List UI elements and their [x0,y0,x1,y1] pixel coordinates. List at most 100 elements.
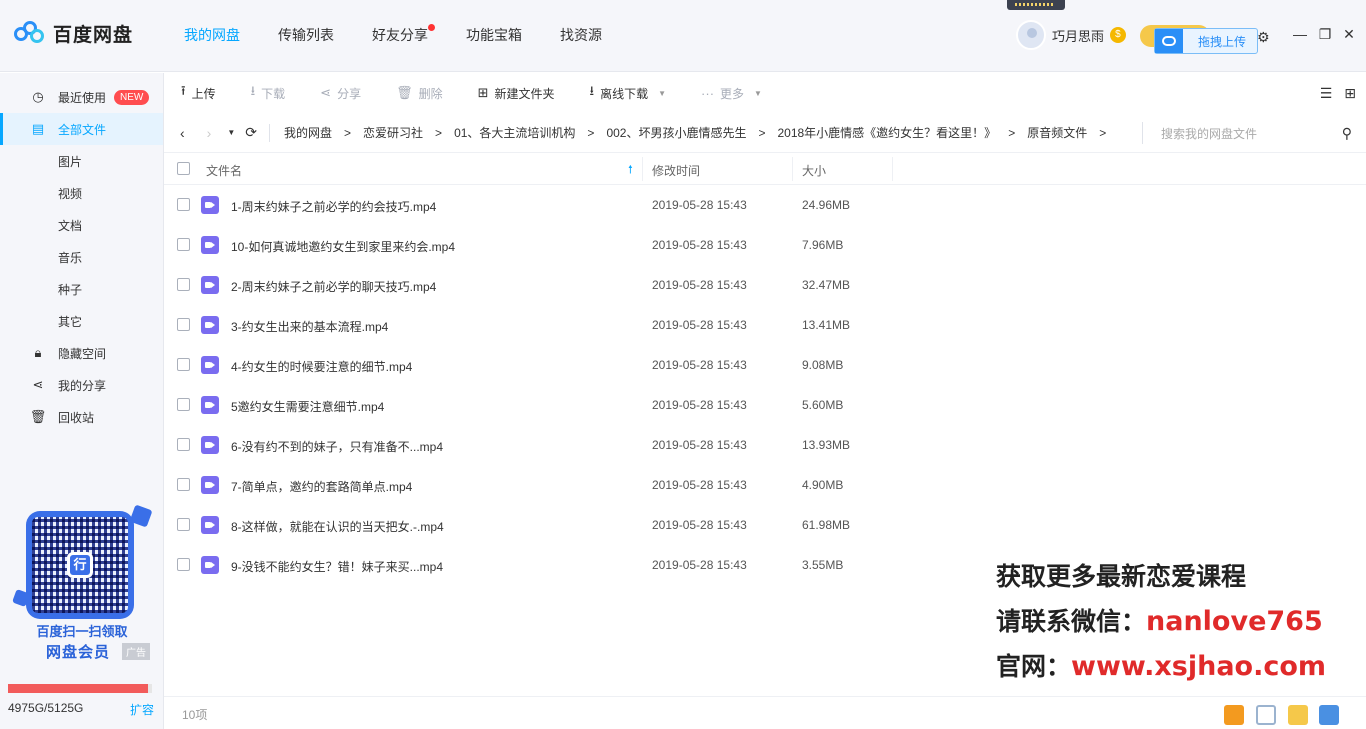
promo-text-line1[interactable]: 百度扫一扫领取 [0,621,164,640]
table-row[interactable]: 10-如何真诚地邀约女生到家里来约会.mp4 2019-05-28 15:43 7.… [164,225,1366,265]
breadcrumb-item[interactable]: 2018年小鹿情感《邀约女生？看这里！》 [777,124,996,141]
sidebar-item-others[interactable]: 其它 [0,305,163,337]
new-folder-button[interactable]: ⊞ 新建文件夹 [461,73,573,113]
table-row[interactable]: 4-约女生的时候要注意的细节.mp4 2019-05-28 15:43 9.08MB [164,345,1366,385]
row-checkbox[interactable] [177,518,190,531]
lock-icon[interactable] [1319,705,1339,725]
sort-icon[interactable]: ☰ [1320,85,1333,102]
watermark-wechat-id: nanlove765 [1146,606,1323,637]
sidebar-item-images[interactable]: 图片 [0,145,163,177]
file-name[interactable]: 6-没有约不到的妹子，只有准备不...mp4 [231,438,443,455]
download-icon: ⭳ [250,83,256,98]
file-name[interactable]: 10-如何真诚地邀约女生到家里来约会.mp4 [231,238,455,255]
watermark-site-url: www.xsjhao.com [1071,651,1327,682]
nav-toolbox[interactable]: 功能宝箱 [447,0,541,72]
row-checkbox[interactable] [177,478,190,491]
promo-text-line2[interactable]: 网盘会员 [46,641,110,662]
select-all-checkbox[interactable] [177,162,190,175]
table-row[interactable]: 3-约女生出来的基本流程.mp4 2019-05-28 15:43 13.41MB [164,305,1366,345]
download-button[interactable]: ⭳ 下载 [234,73,304,113]
table-row[interactable]: 5邀约女生需要注意细节.mp4 2019-05-28 15:43 5.60MB [164,385,1366,425]
nav-friend-share[interactable]: 好友分享 [353,0,447,72]
table-row[interactable]: 8-这样做，就能在认识的当天把女.-.mp4 2019-05-28 15:43 61… [164,505,1366,545]
row-checkbox[interactable] [177,278,190,291]
column-header-size[interactable]: 大小 [802,162,826,179]
promo-qr-code[interactable]: 行 [12,504,154,627]
avatar[interactable] [1016,20,1046,50]
breadcrumb-item[interactable]: 002、坏男孩小鹿情感先生 [606,124,746,141]
chevron-down-icon[interactable]: ▼ [658,89,666,98]
username[interactable]: 巧月思雨 [1052,26,1104,45]
file-name[interactable]: 2-周末约妹子之前必学的聊天技巧.mp4 [231,278,436,295]
nav-find-resources[interactable]: 找资源 [541,0,621,72]
upload-status-icon[interactable] [1288,705,1308,725]
coin-icon[interactable]: $ [1106,23,1130,47]
file-name[interactable]: 1-周末约妹子之前必学的约会技巧.mp4 [231,198,436,215]
share-button[interactable]: ⋖ 分享 [303,73,379,113]
table-row[interactable]: 7-简单点，邀约的套路简单点.mp4 2019-05-28 15:43 4.90MB [164,465,1366,505]
nav-my-netdisk[interactable]: 我的网盘 [165,0,259,72]
sidebar-item-music[interactable]: 音乐 [0,241,163,273]
file-name[interactable]: 8-这样做，就能在认识的当天把女.-.mp4 [231,518,444,535]
drag-upload-box[interactable]: 拖拽上传 [1154,28,1258,54]
nav-transfer-list[interactable]: 传输列表 [259,0,353,72]
file-name[interactable]: 4-约女生的时候要注意的细节.mp4 [231,358,412,375]
sidebar-item-label: 最近使用 [58,90,107,105]
expand-storage-link[interactable]: 扩容 [130,701,154,718]
file-name[interactable]: 9-没钱不能约女生？错！妹子来买...mp4 [231,558,443,575]
row-checkbox[interactable] [177,558,190,571]
breadcrumb-item[interactable]: 我的网盘 [284,124,332,141]
breadcrumb-item[interactable]: 恋爱研习社 [363,124,423,141]
new-badge: NEW [114,89,150,105]
restore-icon[interactable]: ❐ [1316,26,1334,43]
table-row[interactable]: 1-周末约妹子之前必学的约会技巧.mp4 2019-05-28 15:43 24.9… [164,185,1366,225]
grid-view-icon[interactable]: ⊞ [1344,85,1356,102]
upload-button[interactable]: ⭱ 上传 [164,73,234,113]
breadcrumb-item[interactable]: 原音频文件 [1027,124,1087,141]
refresh-icon[interactable]: ⟳ [245,124,257,141]
minimize-icon[interactable]: — [1291,26,1309,42]
close-icon[interactable]: ✕ [1340,26,1358,43]
sort-ascending-icon[interactable]: 🠕 [628,161,633,180]
delete-button[interactable]: 🗑︎ 删除 [379,73,461,113]
row-checkbox[interactable] [177,198,190,211]
user-info[interactable]: 巧月思雨 $ [1016,20,1130,50]
search-input[interactable]: 搜索我的网盘文件 [1161,125,1342,142]
breadcrumb: 我的网盘 > 恋爱研习社 > 01、各大主流培训机构 > 002、坏男孩小鹿情感先生 >… [284,124,1118,141]
search-box[interactable]: 搜索我的网盘文件 ⚲ [1142,122,1356,144]
table-row[interactable]: 2-周末约妹子之前必学的聊天技巧.mp4 2019-05-28 15:43 32.4… [164,265,1366,305]
sidebar-item-all-files[interactable]: ▤ 全部文件 [0,113,163,145]
floating-window-tab[interactable] [1007,0,1065,10]
back-icon[interactable]: ‹ [180,125,185,141]
row-checkbox[interactable] [177,318,190,331]
sidebar-item-videos[interactable]: 视频 [0,177,163,209]
chevron-down-icon[interactable]: ▼ [754,89,762,98]
sidebar-item-torrents[interactable]: 种子 [0,273,163,305]
history-dropdown-icon[interactable]: ▼ [227,128,235,137]
sidebar-item-recent[interactable]: ◷ 最近使用 NEW [0,81,163,113]
file-name[interactable]: 7-简单点，邀约的套路简单点.mp4 [231,478,412,495]
more-button[interactable]: ··· 更多 ▼ [684,73,780,113]
sidebar-item-recycle-bin[interactable]: 🗑︎ 回收站 [0,401,163,433]
row-checkbox[interactable] [177,398,190,411]
forward-icon[interactable]: › [207,125,212,141]
breadcrumb-item[interactable]: 01、各大主流培训机构 [454,124,575,141]
row-checkbox[interactable] [177,358,190,371]
search-icon[interactable]: ⚲ [1342,125,1352,142]
row-checkbox[interactable] [177,238,190,251]
row-checkbox[interactable] [177,438,190,451]
column-header-name[interactable]: 文件名 [206,162,242,179]
column-header-modified[interactable]: 修改时间 [652,162,700,179]
table-row[interactable]: 6-没有约不到的妹子，只有准备不...mp4 2019-05-28 15:43 13… [164,425,1366,465]
sidebar-item-documents[interactable]: 文档 [0,209,163,241]
apps-icon[interactable] [1256,705,1276,725]
top-nav: 我的网盘 传输列表 好友分享 功能宝箱 找资源 [165,0,621,72]
sidebar-item-my-share[interactable]: ⋖ 我的分享 [0,369,163,401]
offline-download-button[interactable]: ⭳ 离线下载 ▼ [573,73,685,113]
sidebar-item-hidden-space[interactable]: 🔒︎ 隐藏空间 [0,337,163,369]
file-name[interactable]: 3-约女生出来的基本流程.mp4 [231,318,388,335]
medal-icon[interactable] [1224,705,1244,725]
file-name[interactable]: 5邀约女生需要注意细节.mp4 [231,398,384,415]
file-size: 9.08MB [802,358,844,372]
gear-icon[interactable]: ⚙ [1257,29,1270,46]
